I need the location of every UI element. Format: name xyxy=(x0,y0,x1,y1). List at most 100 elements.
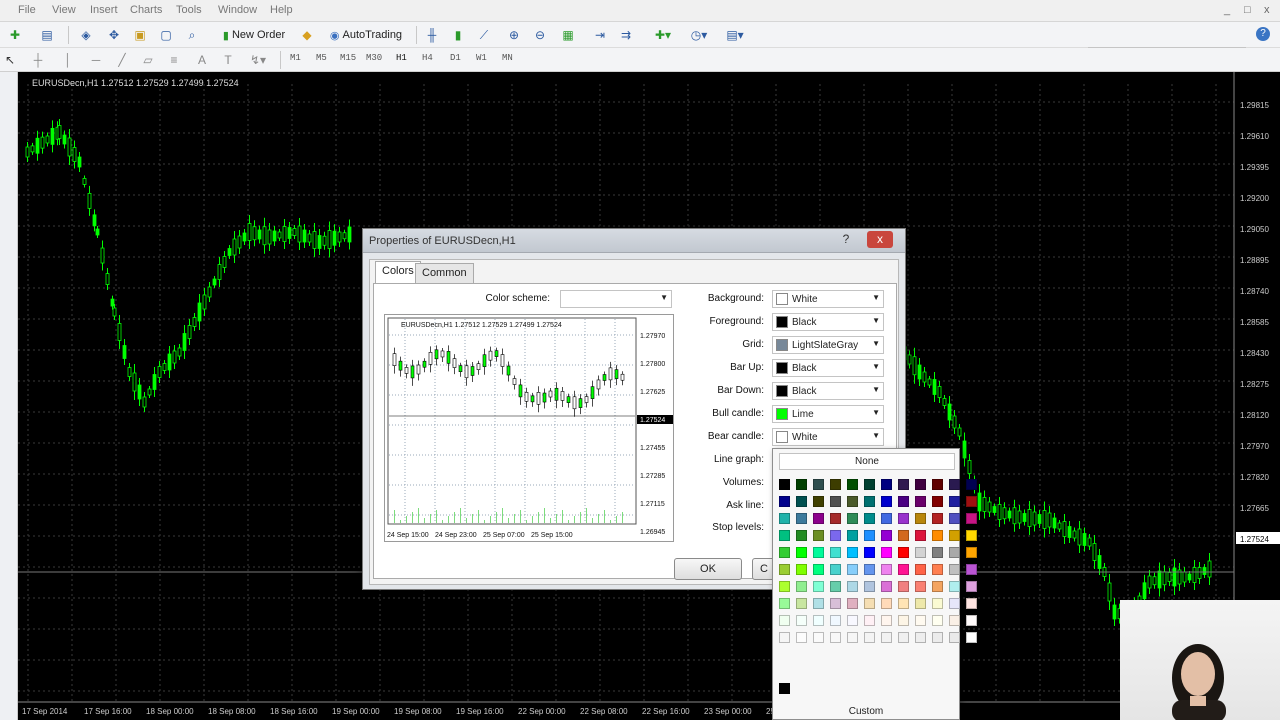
text-icon[interactable]: A xyxy=(194,51,210,69)
color-cell[interactable] xyxy=(847,496,858,507)
help-icon[interactable]: ? xyxy=(1256,27,1270,41)
property-color-select[interactable]: Lime ▼ xyxy=(772,405,884,423)
color-cell[interactable] xyxy=(949,632,960,643)
candlestick-icon[interactable]: ▮ xyxy=(448,26,468,44)
color-cell[interactable] xyxy=(966,496,977,507)
property-color-select[interactable]: LightSlateGray ▼ xyxy=(772,336,884,354)
timeframe-d1[interactable]: D1 xyxy=(450,53,461,63)
color-scheme-select[interactable]: ▼ xyxy=(560,290,672,308)
color-cell[interactable] xyxy=(830,547,841,558)
timeframe-m5[interactable]: M5 xyxy=(316,53,327,63)
periods-icon[interactable]: ◷▾ xyxy=(684,26,714,44)
bar-chart-icon[interactable]: ╫ xyxy=(422,26,442,44)
color-cell[interactable] xyxy=(813,547,824,558)
color-cell[interactable] xyxy=(932,530,943,541)
color-cell[interactable] xyxy=(864,547,875,558)
color-cell[interactable] xyxy=(881,513,892,524)
color-cell[interactable] xyxy=(796,598,807,609)
timeframe-w1[interactable]: W1 xyxy=(476,53,487,63)
timeframe-h1[interactable]: H1 xyxy=(396,53,407,63)
timeframe-m30[interactable]: M30 xyxy=(366,53,382,63)
market-watch-icon[interactable]: ◈ xyxy=(76,26,96,44)
color-cell[interactable] xyxy=(779,513,790,524)
zoom-out-icon[interactable]: ⊖ xyxy=(530,26,550,44)
color-cell[interactable] xyxy=(847,530,858,541)
tab-colors[interactable]: Colors xyxy=(375,261,421,283)
color-cell[interactable] xyxy=(915,598,926,609)
color-cell[interactable] xyxy=(915,530,926,541)
color-cell[interactable] xyxy=(966,479,977,490)
color-cell[interactable] xyxy=(813,615,824,626)
color-cell[interactable] xyxy=(949,479,960,490)
color-cell[interactable] xyxy=(898,496,909,507)
color-cell[interactable] xyxy=(898,581,909,592)
color-cell[interactable] xyxy=(881,479,892,490)
color-cell[interactable] xyxy=(796,479,807,490)
color-cell[interactable] xyxy=(864,564,875,575)
dialog-close-button[interactable]: x xyxy=(867,231,893,248)
color-cell[interactable] xyxy=(966,598,977,609)
color-cell[interactable] xyxy=(830,564,841,575)
color-cell[interactable] xyxy=(949,513,960,524)
color-cell[interactable] xyxy=(915,564,926,575)
color-cell[interactable] xyxy=(779,530,790,541)
dialog-help-button[interactable]: ? xyxy=(833,231,859,248)
color-cell[interactable] xyxy=(779,496,790,507)
color-cell[interactable] xyxy=(966,513,977,524)
color-cell[interactable] xyxy=(847,615,858,626)
color-cell[interactable] xyxy=(813,564,824,575)
color-cell[interactable] xyxy=(779,564,790,575)
color-cell[interactable] xyxy=(830,513,841,524)
color-cell[interactable] xyxy=(932,615,943,626)
color-cell[interactable] xyxy=(966,615,977,626)
color-cell[interactable] xyxy=(796,513,807,524)
color-cell[interactable] xyxy=(813,530,824,541)
color-cell[interactable] xyxy=(847,598,858,609)
property-color-select[interactable]: Black ▼ xyxy=(772,382,884,400)
metaeditor-icon[interactable]: ◆ xyxy=(298,26,316,44)
color-cell[interactable] xyxy=(915,547,926,558)
color-cell[interactable] xyxy=(779,615,790,626)
menu-window[interactable]: Window xyxy=(218,4,257,16)
trendline-icon[interactable]: ╱ xyxy=(114,51,130,69)
color-cell[interactable] xyxy=(796,530,807,541)
color-cell[interactable] xyxy=(779,581,790,592)
color-cell[interactable] xyxy=(813,581,824,592)
line-chart-icon[interactable]: ⟋ xyxy=(474,26,494,44)
color-cell[interactable] xyxy=(949,547,960,558)
color-cell[interactable] xyxy=(949,564,960,575)
color-cell[interactable] xyxy=(864,496,875,507)
color-cell[interactable] xyxy=(830,598,841,609)
color-cell[interactable] xyxy=(949,530,960,541)
cursor-icon[interactable]: ↖ xyxy=(2,51,18,69)
color-cell[interactable] xyxy=(949,581,960,592)
new-chart-icon[interactable]: ✚ xyxy=(4,26,26,44)
color-cell[interactable] xyxy=(932,496,943,507)
color-cell[interactable] xyxy=(830,479,841,490)
color-cell[interactable] xyxy=(847,564,858,575)
color-cell[interactable] xyxy=(864,581,875,592)
none-color-button[interactable]: None xyxy=(779,453,955,470)
menu-tools[interactable]: Tools xyxy=(176,4,202,16)
color-cell[interactable] xyxy=(932,547,943,558)
color-cell[interactable] xyxy=(932,632,943,643)
color-cell[interactable] xyxy=(898,530,909,541)
color-cell[interactable] xyxy=(915,513,926,524)
color-cell[interactable] xyxy=(830,581,841,592)
menu-help[interactable]: Help xyxy=(270,4,293,16)
color-cell[interactable] xyxy=(864,513,875,524)
color-cell[interactable] xyxy=(796,581,807,592)
color-cell[interactable] xyxy=(915,615,926,626)
terminal-icon[interactable]: ▢ xyxy=(156,26,176,44)
property-color-select[interactable]: Black ▼ xyxy=(772,359,884,377)
color-cell[interactable] xyxy=(881,581,892,592)
arrows-icon[interactable]: ↯▾ xyxy=(246,51,270,69)
color-cell[interactable] xyxy=(796,564,807,575)
color-cell[interactable] xyxy=(847,632,858,643)
color-cell[interactable] xyxy=(779,479,790,490)
color-cell[interactable] xyxy=(864,632,875,643)
color-cell[interactable] xyxy=(796,547,807,558)
color-cell[interactable] xyxy=(949,615,960,626)
color-cell[interactable] xyxy=(796,632,807,643)
color-cell[interactable] xyxy=(915,581,926,592)
